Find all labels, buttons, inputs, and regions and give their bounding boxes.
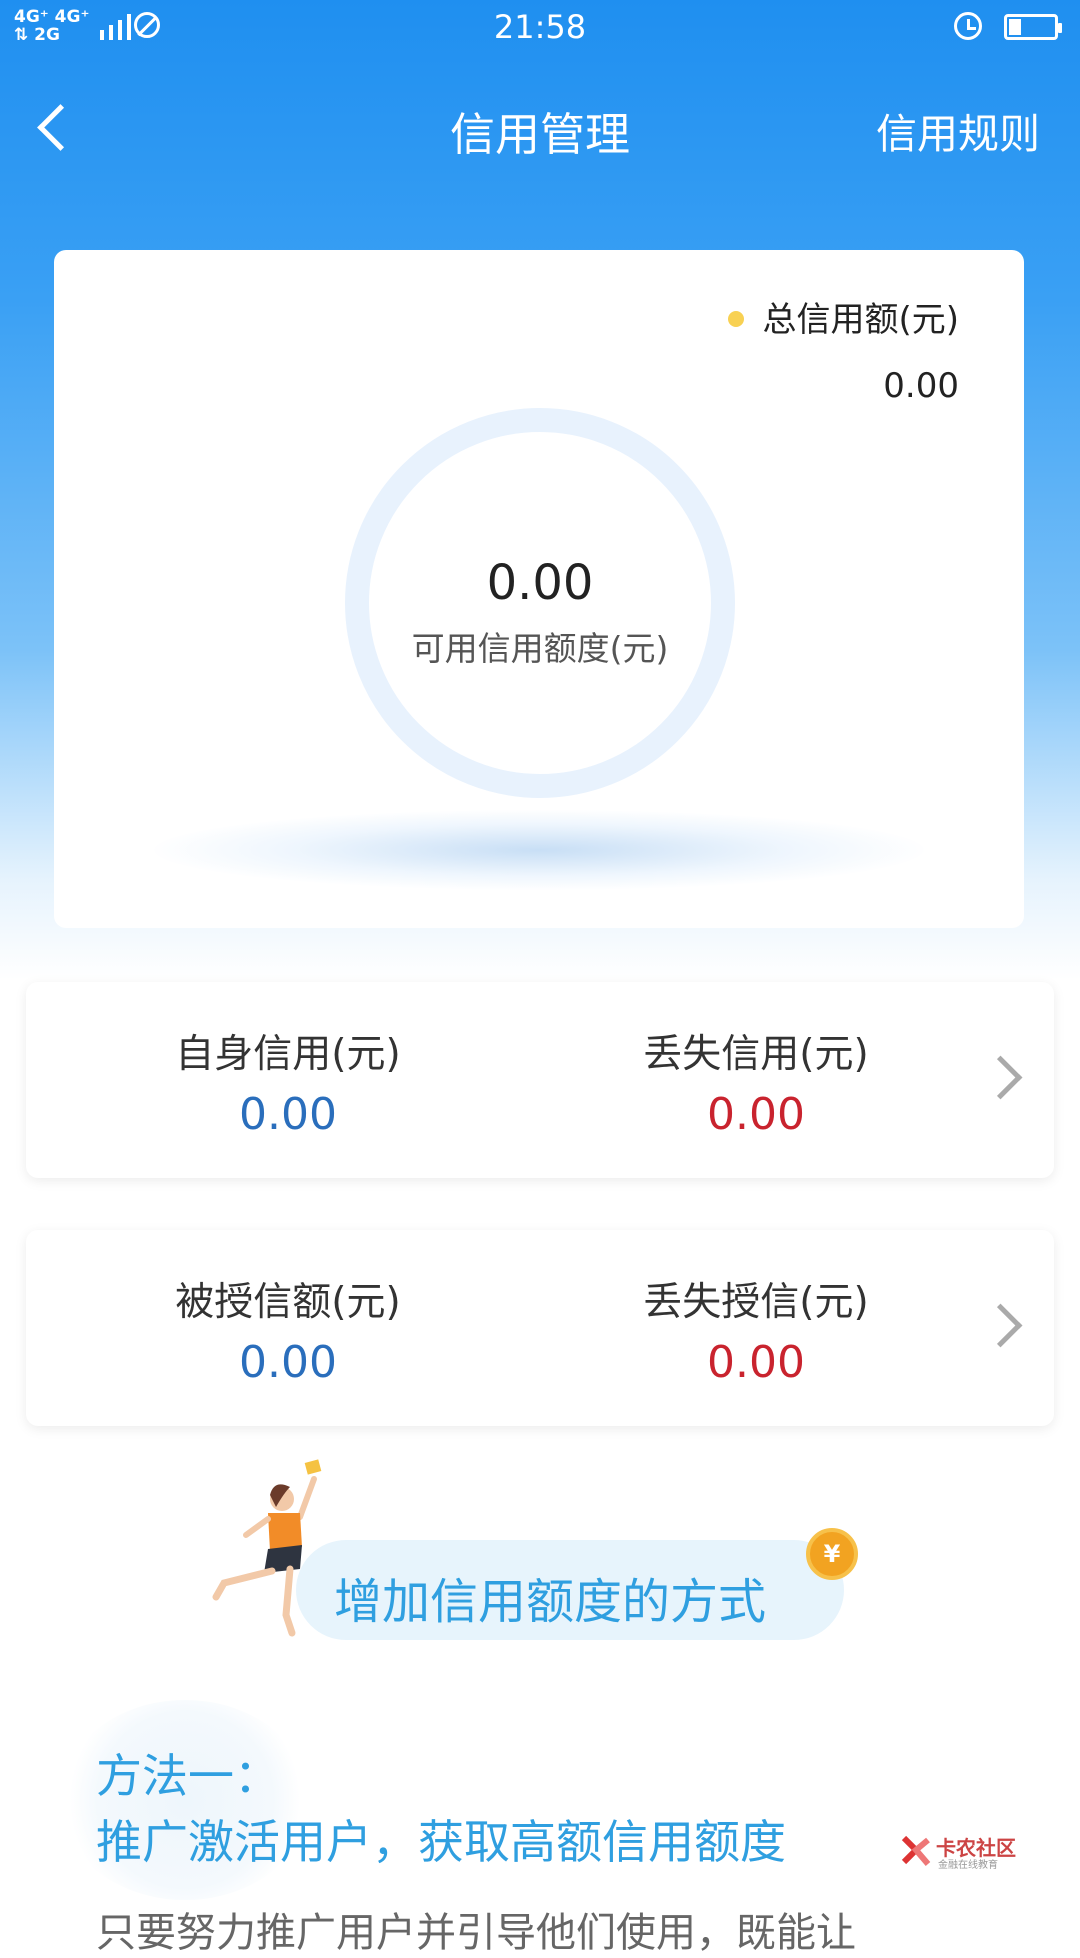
- credit-summary-card: 总信用额(元) 0.00 0.00 可用信用额度(元): [54, 250, 1024, 928]
- total-credit-label: 总信用额(元): [762, 300, 959, 340]
- lost-grant: 丢失授信(元) 0.00: [526, 1278, 986, 1392]
- watermark-icon: [901, 1835, 931, 1866]
- granted-credit-label: 被授信额(元): [175, 1280, 401, 1325]
- watermark-logo: 卡农社区 金融在线教育: [900, 1832, 1030, 1874]
- method-body-text: 只要努力推广用户并引导他们使用，既能让: [96, 1910, 856, 1956]
- legend-dot-icon: [728, 310, 745, 327]
- own-credit-label: 自身信用(元): [175, 1032, 401, 1077]
- alarm-icon: [954, 12, 982, 40]
- lost-grant-value: 0.00: [707, 1337, 805, 1388]
- credit-stats-row[interactable]: 自身信用(元) 0.00 丢失信用(元) 0.00: [26, 982, 1054, 1178]
- status-bar: 4G⁺ 4G⁺ ⇅ 2G 21:58: [0, 0, 1080, 56]
- method-description: 推广激活用户，获取高额信用额度: [96, 1815, 786, 1869]
- granted-credit-value: 0.00: [239, 1337, 337, 1388]
- increase-credit-banner-text: 增加信用额度的方式: [334, 1574, 767, 1630]
- runner-illustration: [212, 1459, 322, 1637]
- credit-rules-link[interactable]: 信用规则: [876, 100, 1040, 160]
- lost-credit-label: 丢失信用(元): [643, 1032, 869, 1077]
- own-credit: 自身信用(元) 0.00: [58, 1030, 518, 1144]
- total-credit-value: 0.00: [883, 366, 959, 406]
- watermark-sub: 金融在线教育: [938, 1860, 998, 1871]
- available-credit-value: 0.00: [486, 555, 594, 611]
- battery-icon: [1004, 14, 1062, 40]
- grant-stats-row[interactable]: 被授信额(元) 0.00 丢失授信(元) 0.00: [26, 1230, 1054, 1426]
- status-time: 21:58: [493, 8, 587, 46]
- own-credit-value: 0.00: [239, 1089, 337, 1140]
- method-title: 方法一：: [96, 1749, 280, 1803]
- lost-credit: 丢失信用(元) 0.00: [526, 1030, 986, 1144]
- ring-shadow: [154, 810, 924, 890]
- total-credit-legend: 总信用额(元): [728, 292, 959, 341]
- coin-icon: ¥: [806, 1528, 858, 1580]
- available-credit-label: 可用信用额度(元): [411, 629, 669, 668]
- granted-credit: 被授信额(元) 0.00: [58, 1278, 518, 1392]
- lost-credit-value: 0.00: [707, 1089, 805, 1140]
- increase-credit-banner: 增加信用额度的方式: [296, 1540, 844, 1640]
- lost-grant-label: 丢失授信(元): [643, 1280, 869, 1325]
